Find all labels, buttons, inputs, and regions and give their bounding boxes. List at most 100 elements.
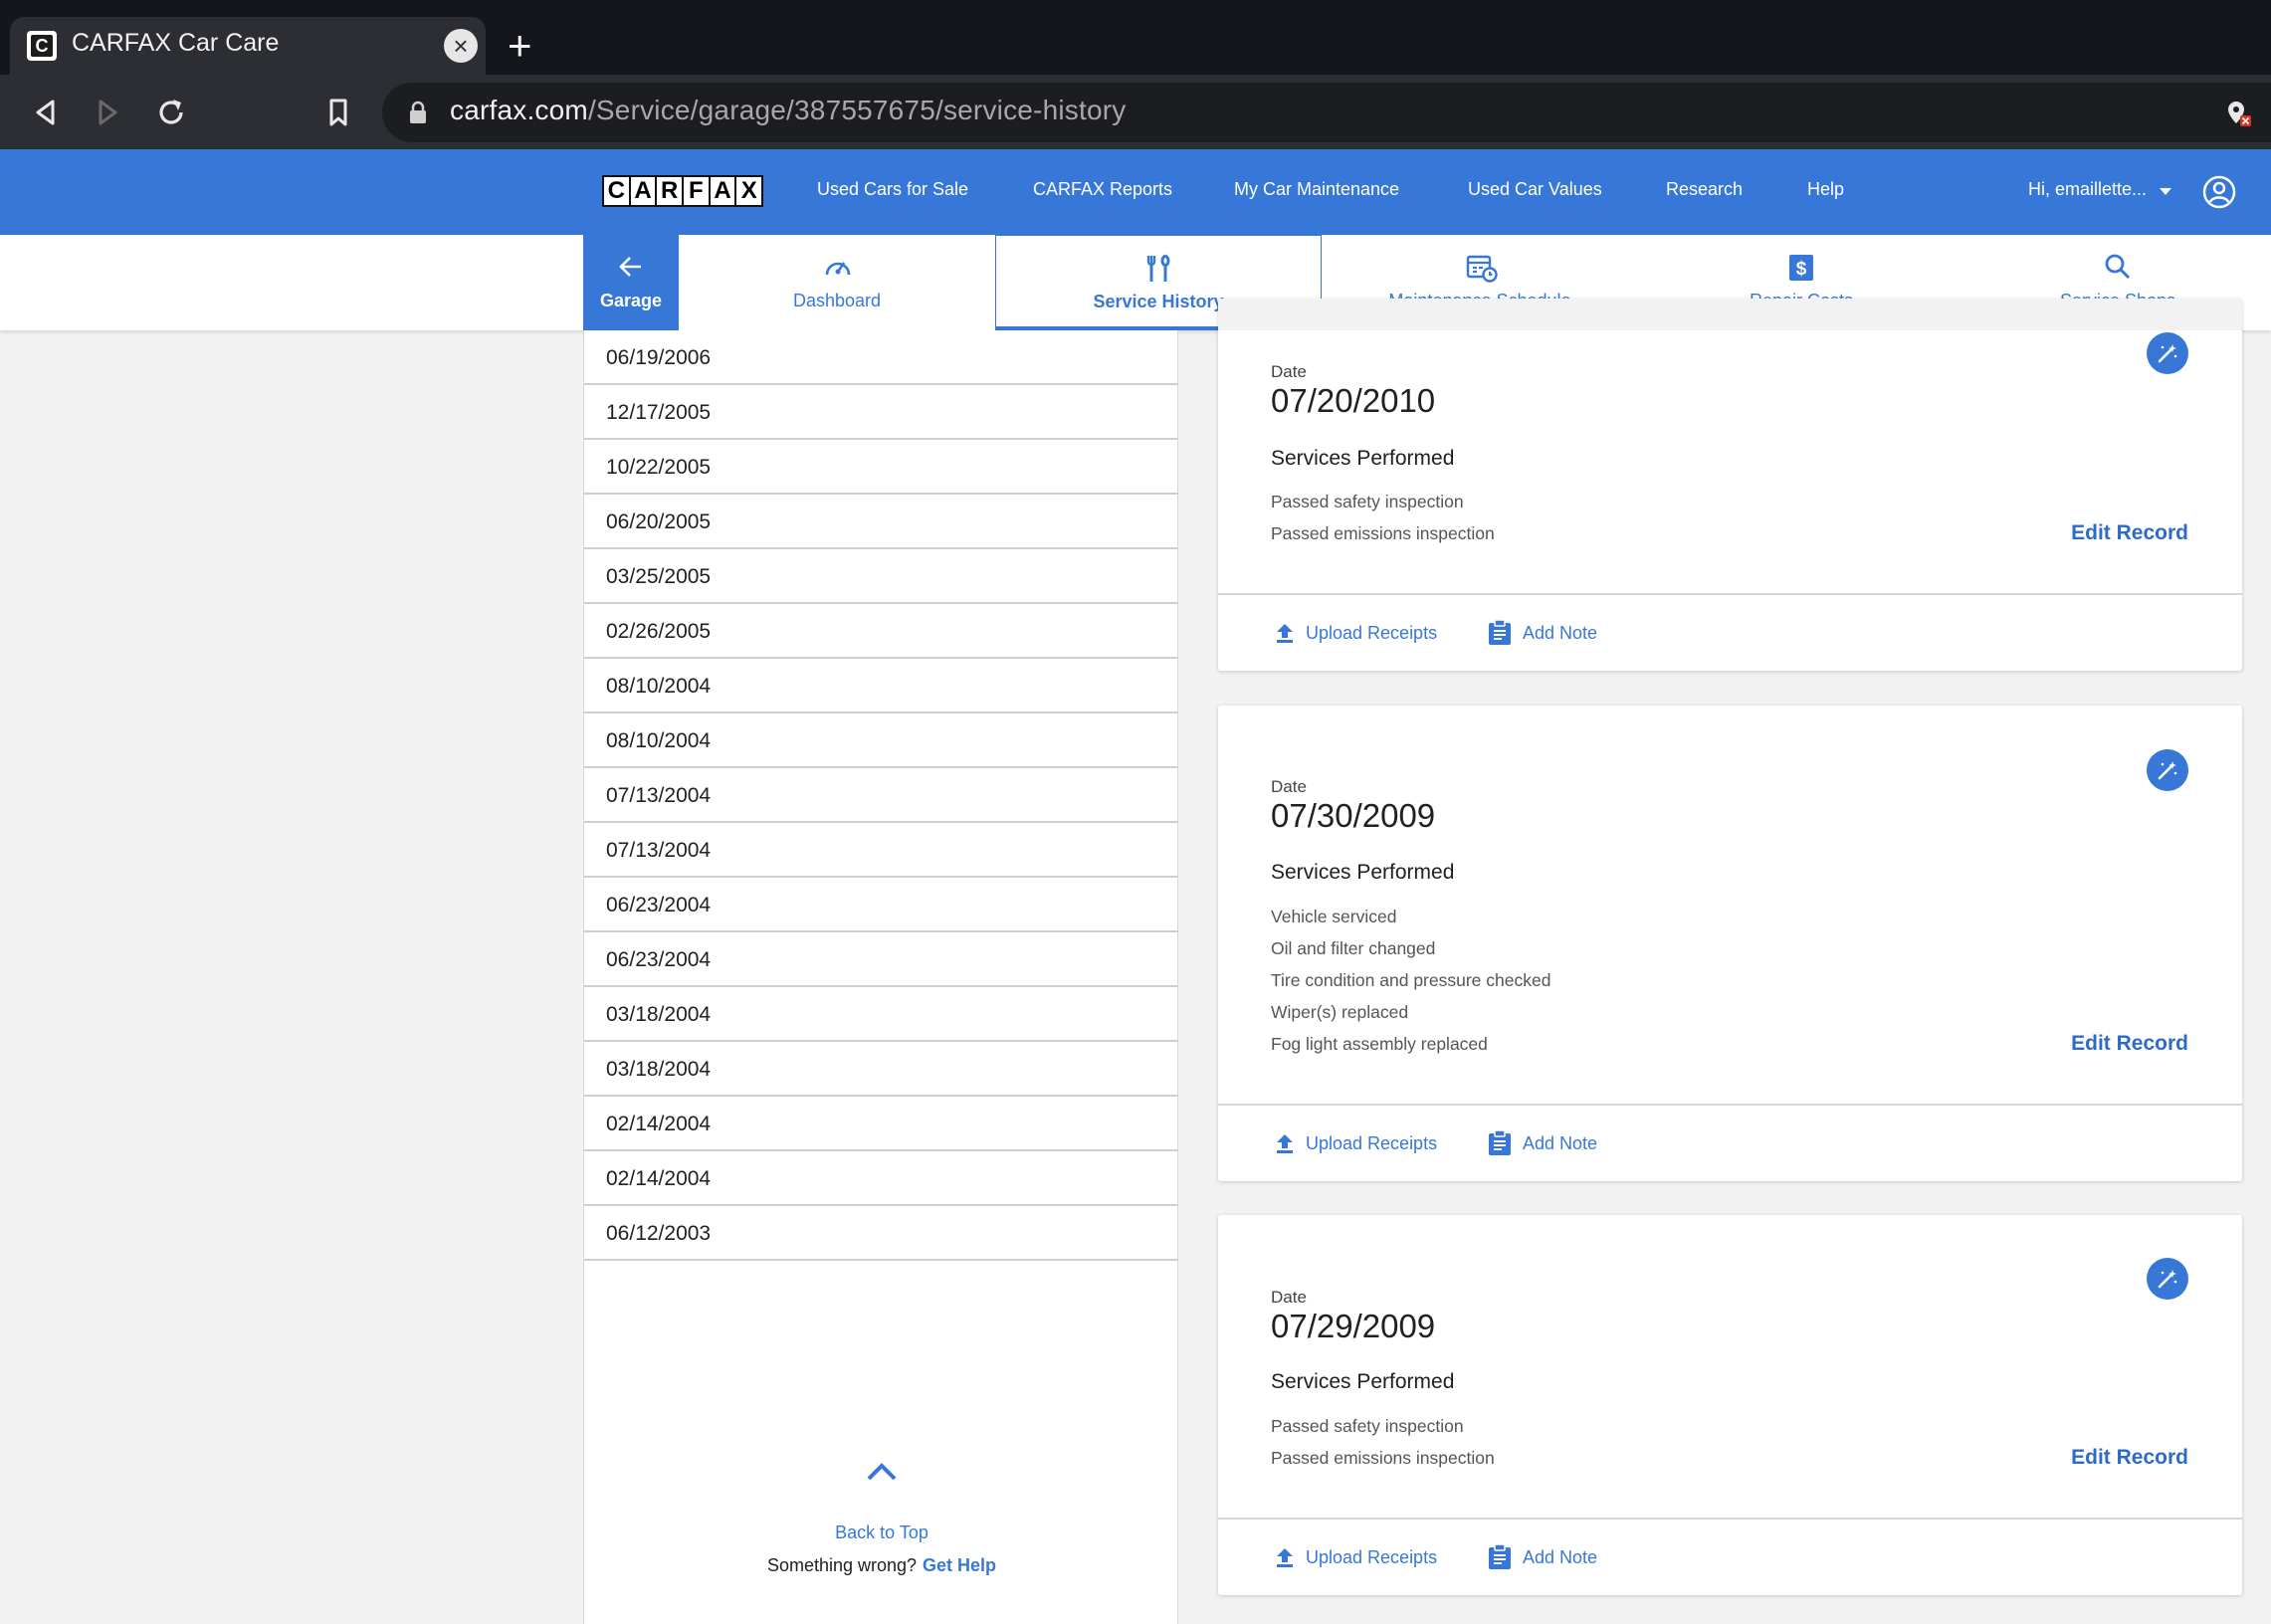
dollar-icon: $ <box>1789 255 1813 281</box>
upload-receipts-button[interactable]: Upload Receipts <box>1274 621 1437 645</box>
clipboard-icon <box>1489 1129 1511 1155</box>
new-tab-icon[interactable]: + <box>508 20 532 72</box>
tab-dashboard[interactable]: Dashboard <box>679 235 995 330</box>
nav-carfax-reports[interactable]: CARFAX Reports <box>1033 179 1172 200</box>
magic-wand-icon <box>2158 761 2177 780</box>
logo-letter: C <box>604 177 631 205</box>
user-menu[interactable]: Hi, emaillette... <box>2028 179 2147 200</box>
date-list-item[interactable]: 08/10/2004 <box>584 713 1178 768</box>
add-note-button[interactable]: Add Note <box>1487 1543 1597 1571</box>
date-text: 06/12/2003 <box>606 1222 712 1245</box>
tools-icon <box>1146 254 1170 282</box>
garage-button[interactable]: Garage <box>583 235 679 330</box>
date-list-item[interactable]: 03/18/2004 <box>584 987 1178 1042</box>
date-list-item[interactable]: 07/13/2004 <box>584 823 1178 878</box>
add-note-label: Add Note <box>1523 1546 1598 1567</box>
card-divider <box>1218 1104 2242 1106</box>
date-text: 08/10/2004 <box>606 675 712 698</box>
date-label: Date <box>1271 1288 1307 1307</box>
service-record-card: Date 07/20/2010 Services Performed Passe… <box>1218 299 2242 671</box>
add-note-button[interactable]: Add Note <box>1487 1129 1597 1157</box>
edit-record-fab[interactable] <box>2147 749 2188 791</box>
magic-wand-icon <box>2158 344 2177 363</box>
tab-title: CARFAX Car Care <box>72 29 280 57</box>
date-list-item[interactable]: 03/18/2004 <box>584 1042 1178 1097</box>
service-item: Vehicle serviced <box>1271 907 1397 926</box>
date-text: 02/26/2005 <box>606 620 712 643</box>
upload-icon <box>1277 624 1293 643</box>
add-note-button[interactable]: Add Note <box>1487 619 1597 647</box>
date-list-item[interactable]: 06/23/2004 <box>584 878 1178 932</box>
chevron-down-icon[interactable] <box>2160 188 2171 195</box>
date-text: 07/13/2004 <box>606 784 712 807</box>
date-list-item[interactable]: 08/10/2004 <box>584 659 1178 713</box>
upload-receipts-button[interactable]: Upload Receipts <box>1274 1131 1437 1155</box>
service-item: Fog light assembly replaced <box>1271 1034 1488 1054</box>
date-list-item[interactable]: 03/25/2005 <box>584 549 1178 604</box>
carfax-logo[interactable]: C A R F A X <box>602 175 763 207</box>
date-list-item[interactable]: 07/13/2004 <box>584 768 1178 823</box>
service-date-list: 06/19/2006 12/17/2005 10/22/2005 06/20/2… <box>583 330 1178 1624</box>
nav-research[interactable]: Research <box>1666 179 1743 200</box>
edit-record-fab[interactable] <box>2147 1258 2188 1300</box>
record-date: 07/30/2009 <box>1271 797 1436 834</box>
garage-label: Garage <box>599 291 663 310</box>
upload-receipts-label: Upload Receipts <box>1306 1132 1438 1153</box>
record-date: 07/20/2010 <box>1271 382 1436 419</box>
tab-label: Dashboard <box>792 291 882 310</box>
bookmark-icon[interactable] <box>320 95 356 130</box>
date-label: Date <box>1271 362 1307 381</box>
date-list-item[interactable]: 02/26/2005 <box>584 604 1178 659</box>
logo-letter: F <box>684 177 711 205</box>
browser-tab-bar: C CARFAX Car Care × + <box>0 0 2271 75</box>
logo-letter: X <box>740 177 757 204</box>
back-to-top-label: Back to Top <box>835 1522 929 1542</box>
date-text: 03/25/2005 <box>606 565 712 588</box>
get-help-link[interactable]: Get Help <box>923 1555 996 1575</box>
date-list-item[interactable]: 12/17/2005 <box>584 385 1178 440</box>
date-text: 06/20/2005 <box>606 510 712 533</box>
account-icon[interactable] <box>2202 175 2236 209</box>
logo-letter: R <box>657 177 685 205</box>
services-performed-title: Services Performed <box>1271 1370 1455 1393</box>
edit-record-link[interactable]: Edit Record <box>2071 1032 2188 1056</box>
service-item: Passed safety inspection <box>1271 492 1464 511</box>
clipboard-icon <box>1489 1543 1511 1569</box>
back-icon[interactable] <box>28 95 64 130</box>
nav-used-car-values[interactable]: Used Car Values <box>1468 179 1602 200</box>
date-list-item[interactable]: 02/14/2004 <box>584 1097 1178 1151</box>
service-item: Passed safety inspection <box>1271 1416 1464 1436</box>
address-bar[interactable]: carfax.com/Service/garage/387557675/serv… <box>382 83 2271 142</box>
close-tab-icon[interactable]: × <box>444 29 478 63</box>
date-text: 08/10/2004 <box>606 729 712 752</box>
date-list-item[interactable]: 02/14/2004 <box>584 1151 1178 1206</box>
site-header: C A R F A X Used Cars for Sale CARFAX Re… <box>0 149 2271 235</box>
service-record-card: Date 07/29/2009 Services Performed Passe… <box>1218 1215 2242 1595</box>
upload-receipts-button[interactable]: Upload Receipts <box>1274 1545 1437 1569</box>
date-text: 03/18/2004 <box>606 1003 712 1026</box>
browser-tab[interactable]: C CARFAX Car Care × <box>10 17 486 75</box>
arrow-left-icon <box>619 257 641 277</box>
edit-record-link[interactable]: Edit Record <box>2071 1446 2188 1470</box>
nav-help[interactable]: Help <box>1807 179 1844 200</box>
date-list-item[interactable]: 10/22/2005 <box>584 440 1178 495</box>
date-text: 03/18/2004 <box>606 1058 712 1081</box>
date-list-item[interactable]: 06/19/2006 <box>584 330 1178 385</box>
date-text: 10/22/2005 <box>606 456 712 479</box>
magic-wand-icon <box>2158 1270 2177 1289</box>
date-list-item[interactable]: 06/20/2005 <box>584 495 1178 549</box>
reload-icon[interactable] <box>153 95 189 130</box>
search-icon <box>2105 254 2131 280</box>
edit-record-link[interactable]: Edit Record <box>2071 521 2188 545</box>
forward-icon[interactable] <box>90 95 125 130</box>
date-list-item[interactable]: 06/12/2003 <box>584 1206 1178 1261</box>
nav-used-cars-for-sale[interactable]: Used Cars for Sale <box>817 179 968 200</box>
speedometer-icon <box>825 262 851 276</box>
date-label: Date <box>1271 777 1307 796</box>
edit-record-fab[interactable] <box>2147 332 2188 374</box>
date-list-item[interactable]: 06/23/2004 <box>584 932 1178 987</box>
location-blocked-icon[interactable] <box>2223 99 2253 128</box>
services-performed-title: Services Performed <box>1271 447 1455 470</box>
nav-my-car-maintenance[interactable]: My Car Maintenance <box>1234 179 1399 200</box>
upload-icon <box>1277 1548 1293 1567</box>
